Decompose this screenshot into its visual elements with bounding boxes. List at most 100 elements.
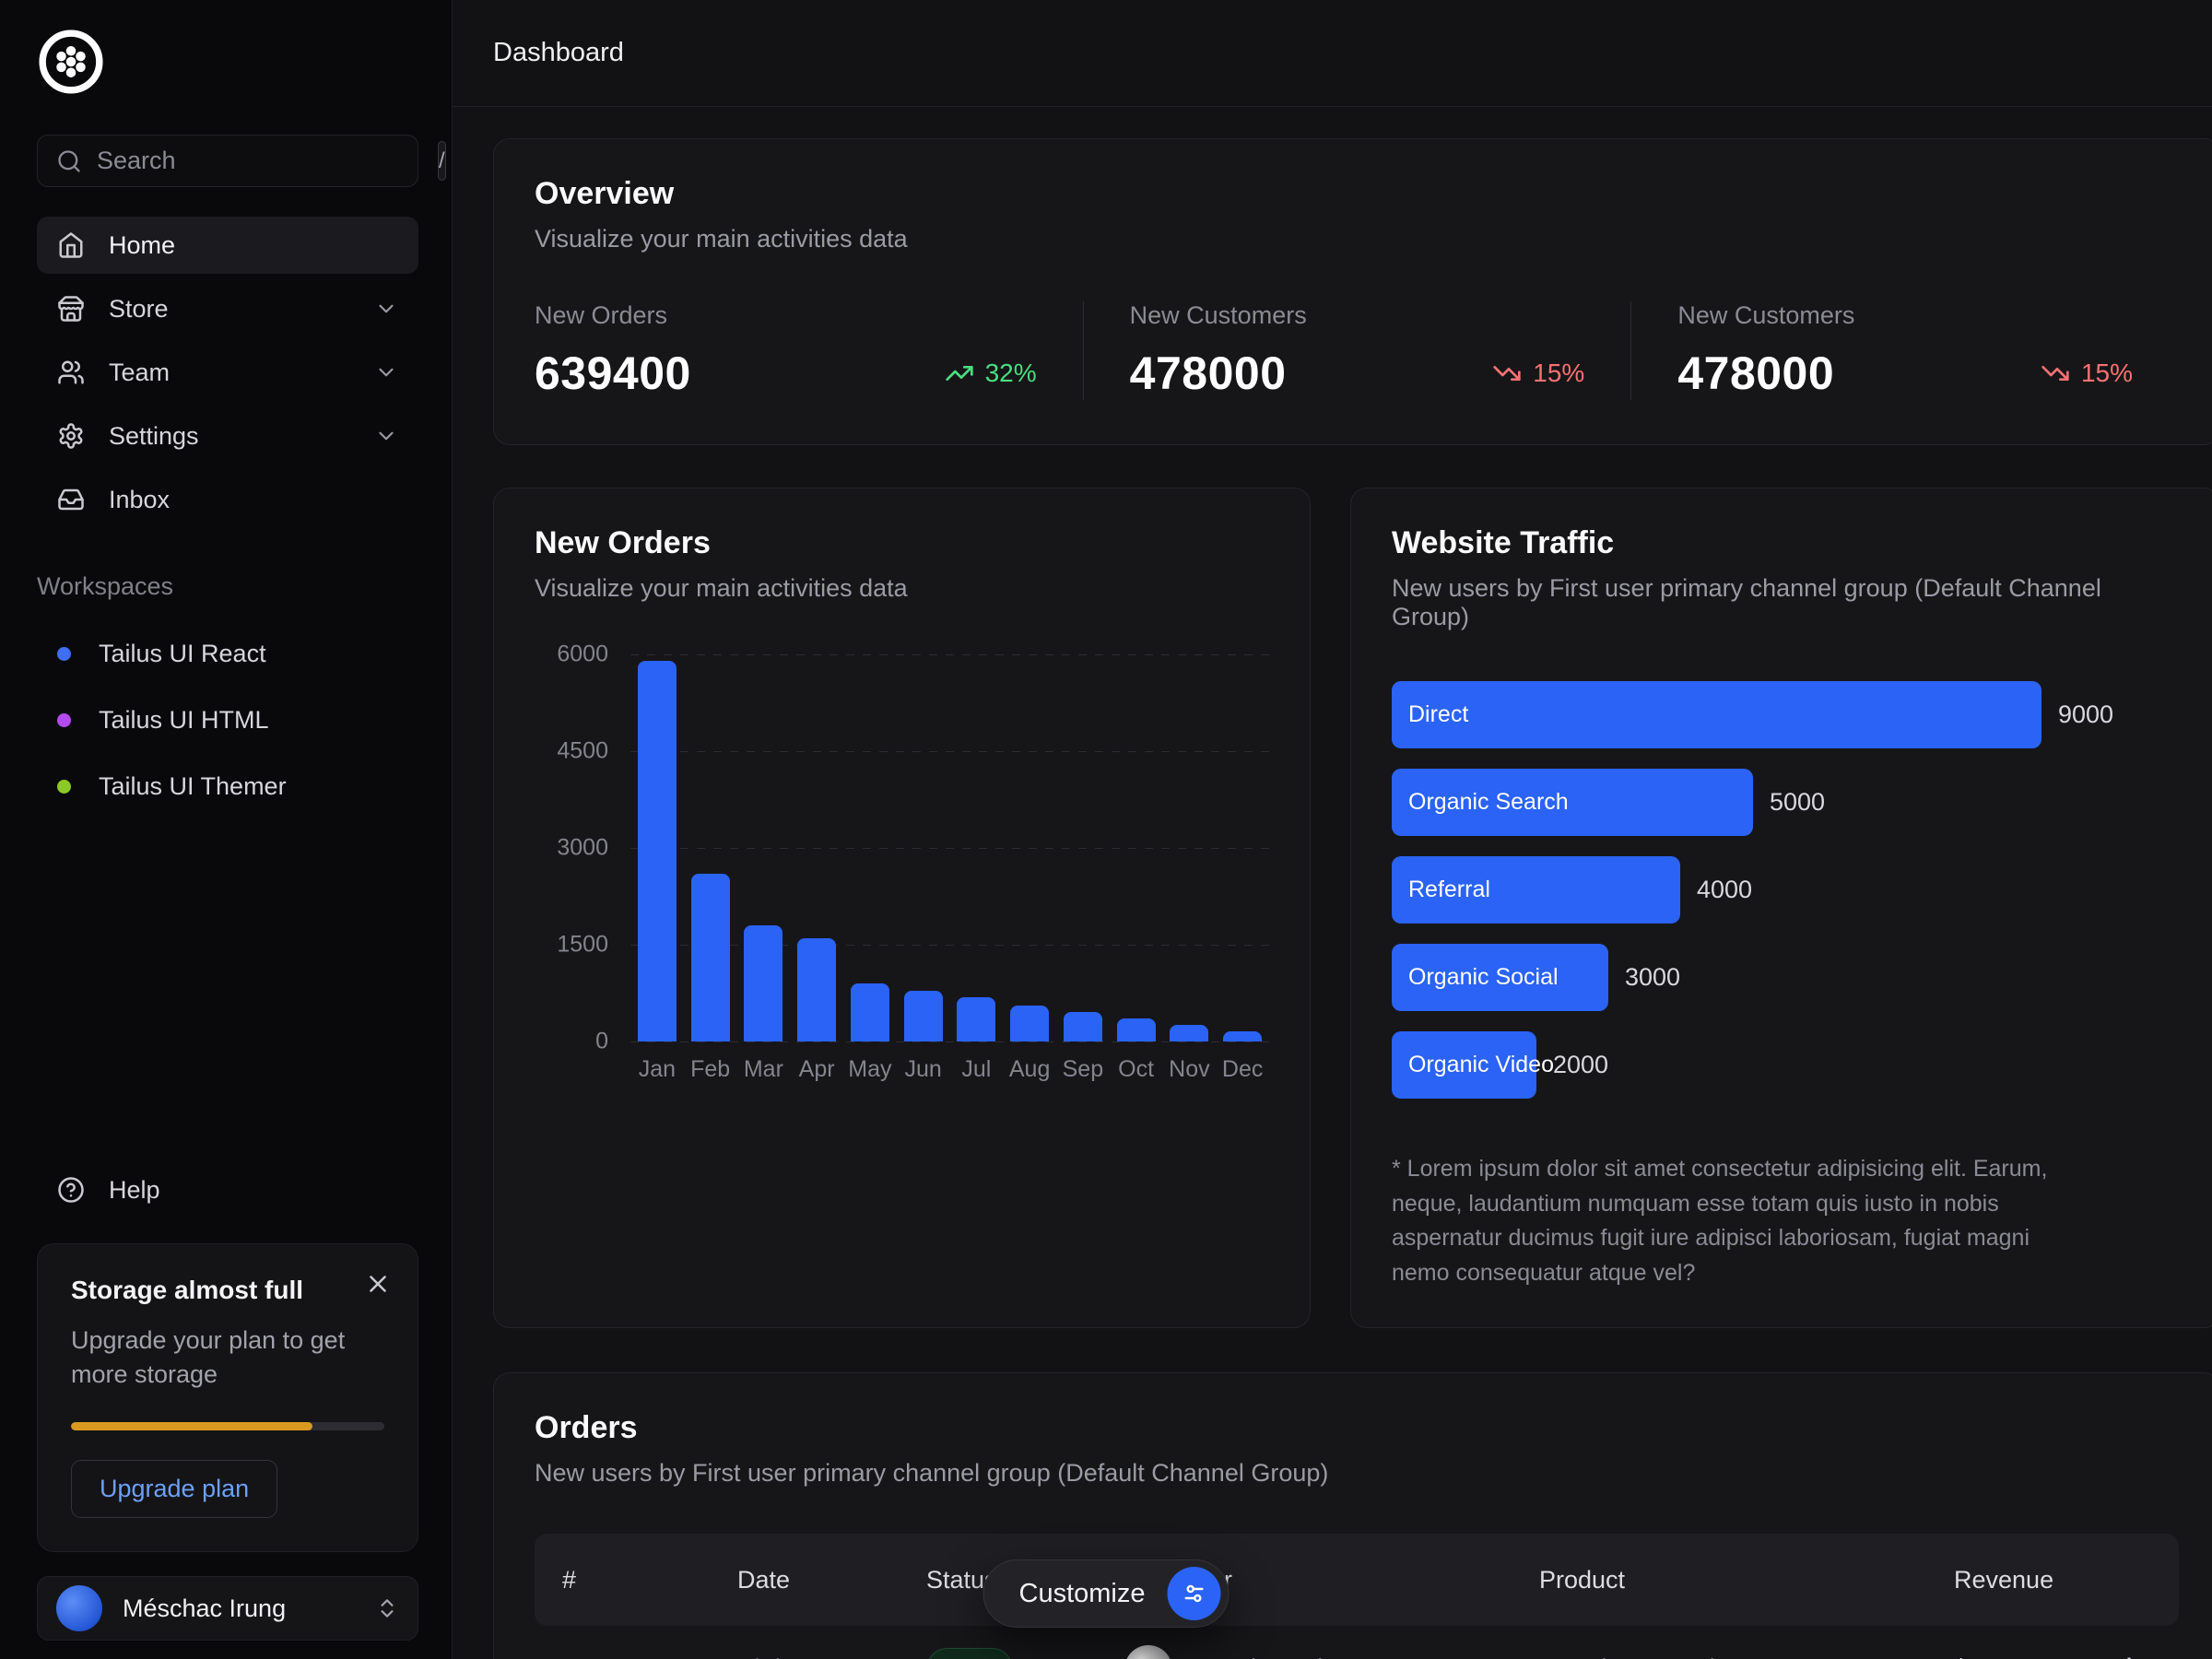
user-name: Méschac Irung [123, 1594, 286, 1623]
workspace-dot [57, 647, 71, 661]
sidebar-item-label: Team [109, 359, 170, 387]
revenue: $311.03 [1954, 1654, 2111, 1659]
col-product: Product [1539, 1566, 1954, 1594]
help-label: Help [109, 1176, 160, 1205]
bar-chart: 6000 4500 3000 1500 0 [535, 654, 1269, 1041]
workspace-label: Tailus UI Themer [99, 772, 287, 801]
overview-card: Overview Visualize your main activities … [493, 138, 2212, 445]
bar-apr [797, 938, 836, 1041]
stat-label: New Customers [1130, 301, 1585, 330]
bar-oct [1117, 1018, 1156, 1041]
store-icon [57, 295, 85, 323]
trending-up-icon [945, 359, 974, 388]
gridline [630, 1041, 1269, 1042]
stat-value: 639400 [535, 347, 691, 400]
traffic-row-direct: Direct 9000 [1392, 681, 2179, 748]
workspace-item-tailus-ui-html[interactable]: Tailus UI HTML [37, 693, 418, 747]
traffic-value: 9000 [2058, 700, 2113, 729]
traffic-subtitle: New users by First user primary channel … [1392, 574, 2179, 631]
sidebar-item-home[interactable]: Home [37, 217, 418, 274]
traffic-value: 3000 [1625, 963, 1680, 992]
sidebar-item-store[interactable]: Store [37, 280, 418, 337]
order-id: #2053 [562, 1654, 737, 1659]
chart-title: New Orders [535, 525, 1269, 561]
y-axis: 6000 4500 3000 1500 0 [535, 654, 608, 1041]
table-row: #2053 1/4/2024 Paid Angel Hand Luxurious… [535, 1626, 2179, 1659]
workspace-label: Tailus UI React [99, 640, 266, 668]
chevron-down-icon [374, 297, 398, 321]
avatar [1124, 1645, 1172, 1659]
col-date: Date [737, 1566, 926, 1594]
traffic-row-organic-social: Organic Social 3000 [1392, 944, 2179, 1011]
bar-jan [638, 661, 677, 1041]
orders-table-card: Orders New users by First user primary c… [493, 1372, 2212, 1659]
row-menu-kebab-icon[interactable]: ⋮ [2111, 1651, 2147, 1659]
bar-feb [691, 874, 730, 1041]
workspace-item-tailus-ui-themer[interactable]: Tailus UI Themer [37, 759, 418, 813]
topbar: Dashboard [453, 0, 2212, 107]
bar-jun [904, 991, 943, 1041]
workspaces-section-label: Workspaces [37, 572, 418, 601]
sidebar-item-label: Settings [109, 422, 199, 451]
help-circle-icon [57, 1176, 85, 1204]
website-traffic-card: Website Traffic New users by First user … [1350, 488, 2212, 1328]
sidebar-item-label: Store [109, 295, 169, 324]
customize-label: Customize [1019, 1579, 1146, 1609]
search-box: / [37, 135, 418, 187]
sidebar-nav: Home Store Team Settings Inbox [37, 217, 418, 528]
stat-value: 478000 [1677, 347, 1834, 400]
sidebar-item-team[interactable]: Team [37, 344, 418, 401]
page-title: Dashboard [493, 38, 624, 68]
col-revenue: Revenue [1954, 1566, 2111, 1594]
sidebar: / Home Store Team Settings Inbox Workspa… [0, 0, 453, 1659]
stat-trend: 32% [945, 359, 1037, 388]
avatar [56, 1585, 102, 1631]
upgrade-plan-button[interactable]: Upgrade plan [71, 1460, 277, 1518]
user-menu[interactable]: Méschac Irung [37, 1576, 418, 1641]
team-icon [57, 359, 85, 386]
close-icon[interactable] [364, 1270, 392, 1298]
search-icon [56, 148, 82, 174]
app-logo-icon[interactable] [37, 28, 105, 96]
orders-subtitle: New users by First user primary channel … [535, 1459, 2179, 1488]
traffic-row-referral: Referral 4000 [1392, 856, 2179, 924]
chevron-down-icon [374, 424, 398, 448]
storage-alert-card: Storage almost full Upgrade your plan to… [37, 1243, 418, 1552]
stat-trend: 15% [1492, 359, 1584, 388]
customize-button[interactable]: Customize [983, 1559, 1230, 1628]
new-orders-chart-card: New Orders Visualize your main activitie… [493, 488, 1311, 1328]
workspaces-list: Tailus UI React Tailus UI HTML Tailus UI… [37, 627, 418, 813]
chevrons-up-down-icon [375, 1596, 399, 1620]
help-button[interactable]: Help [37, 1162, 418, 1218]
stat-new-customers-1: New Customers 478000 15% [1083, 301, 1631, 400]
home-icon [57, 231, 85, 259]
traffic-bar: Direct [1392, 681, 2041, 748]
bar-sep [1064, 1012, 1102, 1041]
stat-value: 478000 [1130, 347, 1287, 400]
workspace-dot [57, 780, 71, 794]
traffic-bar: Referral [1392, 856, 1680, 924]
bar-dec [1223, 1031, 1262, 1041]
bar-jul [957, 997, 995, 1041]
trending-down-icon [1492, 359, 1522, 388]
bar-mar [744, 925, 782, 1041]
stat-new-orders: New Orders 639400 32% [535, 301, 1083, 400]
sidebar-item-settings[interactable]: Settings [37, 407, 418, 465]
workspace-item-tailus-ui-react[interactable]: Tailus UI React [37, 627, 418, 680]
trending-down-icon [2041, 359, 2070, 388]
traffic-value: 2000 [1553, 1051, 1608, 1079]
overview-stats: New Orders 639400 32% New Customers 4780… [535, 301, 2179, 400]
bar-may [851, 983, 889, 1041]
inbox-icon [57, 486, 85, 513]
stat-label: New Customers [1677, 301, 2133, 330]
traffic-row-organic-search: Organic Search 5000 [1392, 769, 2179, 836]
product-name: Luxurious Metal Computer [1539, 1654, 1954, 1659]
traffic-bar: Organic Social [1392, 944, 1608, 1011]
stat-label: New Orders [535, 301, 1037, 330]
sidebar-item-label: Home [109, 231, 175, 260]
main-area: Dashboard Overview Visualize your main a… [453, 0, 2212, 1659]
traffic-bar: Organic Video [1392, 1031, 1536, 1099]
search-input[interactable] [97, 147, 423, 175]
sidebar-item-inbox[interactable]: Inbox [37, 471, 418, 528]
stat-trend: 15% [2041, 359, 2133, 388]
